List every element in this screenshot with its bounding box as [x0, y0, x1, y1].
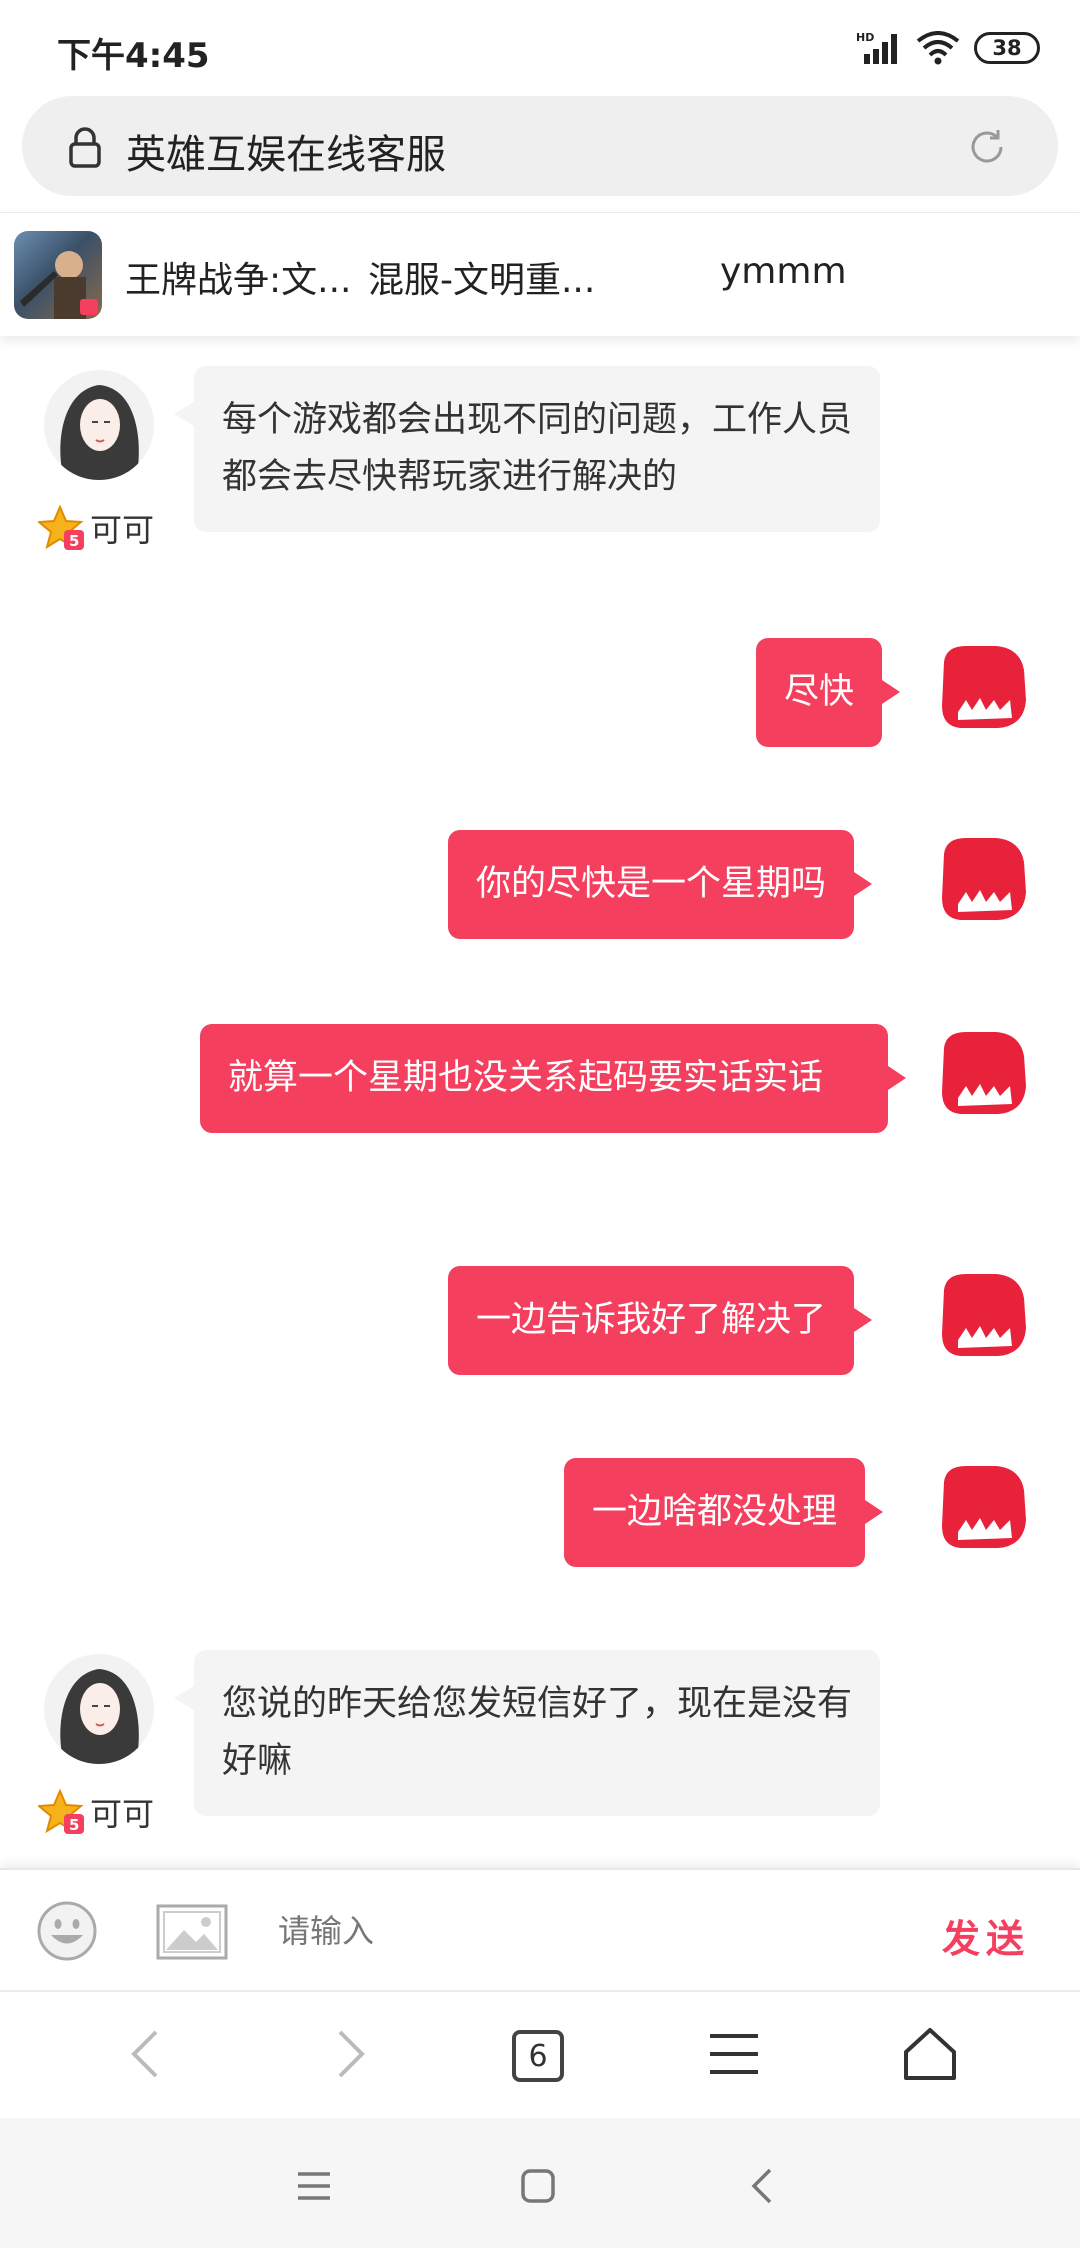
back-icon[interactable]: [116, 2022, 180, 2086]
user-avatar: [942, 1032, 1026, 1114]
star-badge-icon: 5: [38, 504, 84, 550]
game-name: 王牌战争:文...: [125, 260, 352, 301]
emoji-icon[interactable]: [36, 1900, 98, 1962]
message-bubble-user: 一边告诉我好了解决了: [448, 1266, 873, 1375]
status-bar: 下午4:45 HD 38: [0, 0, 1080, 96]
message-bubble-user: 你的尽快是一个星期吗: [448, 830, 873, 939]
system-nav-bar: [0, 2118, 1080, 2248]
wifi-icon: [916, 31, 960, 65]
message-text: 每个游戏都会出现不同的问题，工作人员都会去尽快帮玩家进行解决的: [222, 400, 853, 497]
star-badge-icon: 5: [38, 1788, 84, 1834]
message-text: 你的尽快是一个星期吗: [476, 864, 827, 904]
message-bubble-user: 一边啥都没处理: [564, 1458, 884, 1567]
user-avatar: [942, 1274, 1026, 1356]
message-text: 就算一个星期也没关系起码要实话实话: [228, 1058, 824, 1098]
agent-avatar: [44, 370, 154, 480]
menu-icon[interactable]: [702, 2022, 766, 2086]
message-text: 一边告诉我好了解决了: [476, 1300, 827, 1340]
user-avatar: [942, 1466, 1026, 1548]
page-title: 英雄互娱在线客服: [126, 132, 446, 178]
signal-icon: HD: [856, 31, 897, 64]
recent-apps-icon[interactable]: [294, 2166, 334, 2206]
message-bubble-user: 尽快: [756, 638, 901, 747]
user-avatar: [942, 838, 1026, 920]
message-input[interactable]: [278, 1900, 878, 1962]
agent-avatar: [44, 1654, 154, 1764]
user-avatar: [942, 646, 1026, 728]
message-text: 您说的昨天给您发短信好了，现在是没有好嘛: [222, 1684, 853, 1781]
server-name: 混服-文明重...: [368, 260, 596, 301]
message-text: 一边啥都没处理: [592, 1492, 838, 1532]
agent-label: 5 可可: [38, 1788, 154, 1836]
chat-area[interactable]: 5 可可 每个游戏都会出现不同的问题，工作人员都会去尽快帮玩家进行解决的 尽快 …: [0, 336, 1080, 1868]
browser-nav-bar: 6: [0, 1990, 1080, 2118]
svg-text:HD: HD: [856, 31, 874, 44]
message-bubble-agent: 每个游戏都会出现不同的问题，工作人员都会去尽快帮玩家进行解决的: [174, 366, 880, 532]
lock-icon: [69, 127, 101, 168]
home-icon[interactable]: [898, 2022, 962, 2086]
agent-label: 5 可可: [38, 504, 154, 552]
message-input-bar: 发送: [0, 1868, 1080, 1990]
home-button-icon[interactable]: [518, 2166, 558, 2206]
message-bubble-agent: 您说的昨天给您发短信好了，现在是没有好嘛: [174, 1650, 880, 1816]
svg-text:5: 5: [69, 532, 79, 550]
image-icon[interactable]: [156, 1904, 228, 1960]
agent-name: 可可: [90, 511, 155, 549]
player-name: ymmm: [720, 251, 847, 292]
forward-icon[interactable]: [316, 2022, 380, 2086]
message-bubble-user: 就算一个星期也没关系起码要实话实话: [200, 1024, 906, 1133]
status-time: 下午4:45: [57, 36, 210, 76]
game-info-header: 王牌战争:文... 混服-文明重... ymmm: [0, 212, 1080, 336]
status-icons: HD 38: [856, 26, 1040, 70]
message-text: 尽快: [784, 672, 855, 712]
game-thumbnail: [14, 231, 102, 319]
battery-indicator: 38: [974, 32, 1040, 64]
tabs-button[interactable]: 6: [512, 2030, 564, 2082]
send-button[interactable]: 发送: [942, 1908, 1030, 1963]
agent-name: 可可: [90, 1795, 155, 1833]
address-bar[interactable]: 英雄互娱在线客服: [22, 96, 1058, 196]
system-back-icon[interactable]: [744, 2166, 784, 2206]
refresh-icon[interactable]: [966, 126, 1008, 168]
svg-text:5: 5: [69, 1816, 79, 1834]
